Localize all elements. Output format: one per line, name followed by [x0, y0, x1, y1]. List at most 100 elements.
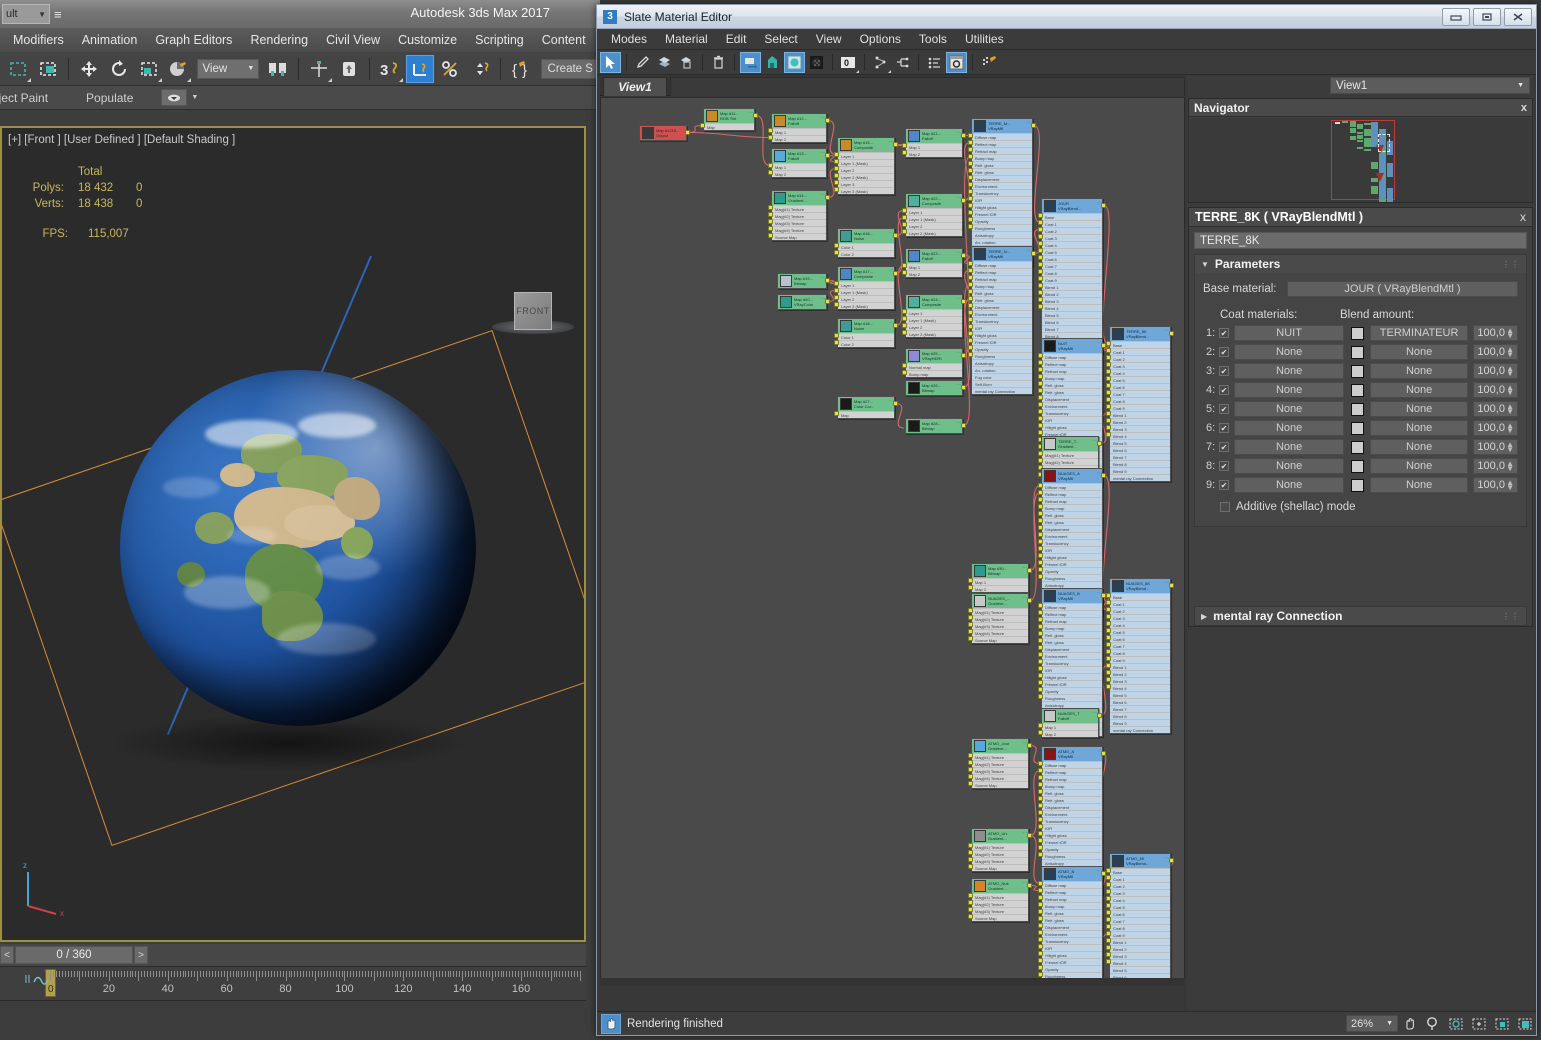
node-input-socket[interactable]	[834, 250, 839, 255]
close-button[interactable]	[1504, 8, 1532, 26]
sme-menu-tools[interactable]: Tools	[910, 30, 956, 48]
node-input-socket[interactable]	[1106, 924, 1111, 929]
menu-scripting[interactable]: Scripting	[466, 30, 533, 50]
node-input-socket[interactable]	[1038, 624, 1043, 629]
node-output-socket[interactable]	[685, 130, 690, 135]
node-slot-row[interactable]: Blend 3	[1042, 297, 1102, 304]
max-main-toolbar[interactable]: View ▼ 3 {} Create S	[0, 52, 600, 86]
node-input-socket[interactable]	[1106, 889, 1111, 894]
node-output-socket[interactable]	[1031, 251, 1036, 256]
node-slot-row[interactable]: Hilight gloss	[972, 203, 1032, 210]
coat-material-button[interactable]: None	[1233, 420, 1345, 436]
node-input-socket[interactable]	[1038, 881, 1043, 886]
node-slot-row[interactable]: Displacement	[972, 303, 1032, 310]
node-input-socket[interactable]	[834, 288, 839, 293]
create-selection-set-field[interactable]: Create S	[540, 58, 600, 79]
select-and-rotate-icon[interactable]	[105, 55, 133, 83]
menu-modifiers[interactable]: Modifiers	[4, 30, 73, 50]
coat-amount-spinner[interactable]: 100,0 ▲ ▼	[1473, 477, 1518, 493]
node-slot-row[interactable]: Base	[1110, 868, 1170, 875]
node-slot-row[interactable]: Bump map	[1042, 782, 1102, 789]
node-input-socket[interactable]	[902, 143, 907, 148]
sme-menu-edit[interactable]: Edit	[717, 30, 756, 48]
node-input-socket[interactable]	[968, 296, 973, 301]
zoom-region-icon[interactable]	[1445, 1014, 1467, 1034]
node-slot-row[interactable]: Mag(#1) Texture	[972, 608, 1028, 615]
coat-blend-color-swatch[interactable]	[1351, 478, 1364, 492]
node-slot-row[interactable]: Blend 4	[1110, 432, 1170, 439]
node-input-socket[interactable]	[1038, 810, 1043, 815]
node-slot-row[interactable]: Refl. gloss	[1042, 511, 1102, 518]
sme-menu-bar[interactable]: Modes Material Edit Select View Options …	[597, 29, 1536, 50]
node-input-socket[interactable]	[1106, 945, 1111, 950]
node-input-socket[interactable]	[834, 152, 839, 157]
select-tool-icon[interactable]	[600, 51, 621, 73]
node-input-socket[interactable]	[1038, 958, 1043, 963]
node-input-socket[interactable]	[834, 159, 839, 164]
node-input-socket[interactable]	[968, 338, 973, 343]
node-input-socket[interactable]	[1106, 938, 1111, 943]
node-slot-row[interactable]: Base	[1110, 593, 1170, 600]
node-output-socket[interactable]	[961, 198, 966, 203]
node-input-socket[interactable]	[968, 636, 973, 641]
time-slider-row[interactable]: < 0 / 360 >	[0, 944, 586, 966]
graph-node[interactable]: Map #1215... Output ···	[639, 125, 687, 141]
node-slot-row[interactable]: Blend 4	[1110, 959, 1170, 966]
node-input-socket[interactable]	[1106, 882, 1111, 887]
node-slot-row[interactable]: Blend 3	[1110, 677, 1170, 684]
node-input-socket[interactable]	[968, 261, 973, 266]
prev-frame-button[interactable]: <	[0, 946, 14, 964]
node-slot-row[interactable]: Environment	[1042, 532, 1102, 539]
node-input-socket[interactable]	[768, 135, 773, 140]
node-input-socket[interactable]	[968, 629, 973, 634]
node-slot-row[interactable]: Translucency	[972, 317, 1032, 324]
curve-editor-toggle-icon[interactable]	[24, 972, 50, 989]
coat-blend-button[interactable]: None	[1369, 401, 1469, 417]
node-input-socket[interactable]	[968, 168, 973, 173]
next-frame-button[interactable]: >	[134, 946, 148, 964]
mentalray-rollout-header[interactable]: ▶ mental ray Connection ⋮⋮	[1195, 607, 1526, 625]
node-input-socket[interactable]	[1038, 497, 1043, 502]
current-frame-field[interactable]: 0 / 360	[15, 946, 133, 964]
node-input-socket[interactable]	[1038, 234, 1043, 239]
node-slot-row[interactable]: Refl. gloss	[1042, 789, 1102, 796]
node-input-socket[interactable]	[902, 323, 907, 328]
base-material-button[interactable]: JOUR ( VRayBlendMtl )	[1287, 281, 1518, 297]
node-input-socket[interactable]	[1038, 937, 1043, 942]
node-slot-row[interactable]: Reflect map	[1042, 888, 1102, 895]
pan-hand-icon[interactable]	[601, 1013, 621, 1034]
node-input-socket[interactable]	[700, 123, 705, 128]
node-input-socket[interactable]	[1038, 631, 1043, 636]
node-input-socket[interactable]	[968, 317, 973, 322]
node-slot-row[interactable]: Coat 1	[1110, 875, 1170, 882]
node-slot-row[interactable]: Mag(#3) Texture	[972, 857, 1028, 864]
node-input-socket[interactable]	[1038, 645, 1043, 650]
node-output-socket[interactable]	[961, 299, 966, 304]
node-input-socket[interactable]	[1038, 574, 1043, 579]
node-input-socket[interactable]	[1106, 383, 1111, 388]
active-view-dropdown[interactable]: View1 ▼	[1330, 77, 1530, 94]
menu-animation[interactable]: Animation	[73, 30, 147, 50]
node-slot-row[interactable]: Displacement	[1042, 645, 1102, 652]
node-slot-row[interactable]: Hilight gloss	[1042, 951, 1102, 958]
node-input-socket[interactable]	[1106, 341, 1111, 346]
node-slot-row[interactable]: Color 2	[838, 250, 894, 257]
angle-snap-toggle-icon[interactable]	[405, 54, 434, 83]
node-input-socket[interactable]	[1106, 404, 1111, 409]
coat-blend-color-swatch[interactable]	[1351, 440, 1364, 454]
layout-all-icon[interactable]	[892, 52, 913, 73]
node-slot-row[interactable]: Environment	[972, 182, 1032, 189]
coat-enable-checkbox[interactable]: ✔	[1219, 366, 1229, 376]
node-slot-row[interactable]: Fresnel IOR	[972, 338, 1032, 345]
node-input-socket[interactable]	[1038, 353, 1043, 358]
node-slot-row[interactable]: Blend 2	[1110, 670, 1170, 677]
node-slot-row[interactable]: Coat 2	[1110, 882, 1170, 889]
node-slot-row[interactable]: Source Map	[972, 864, 1028, 871]
node-slot-row[interactable]: Coat 2	[1042, 227, 1102, 234]
node-slot-row[interactable]: Hilight gloss	[1042, 553, 1102, 560]
node-slot-row[interactable]: Refract map	[1042, 895, 1102, 902]
node-input-socket[interactable]	[968, 864, 973, 869]
node-input-socket[interactable]	[902, 222, 907, 227]
slate-material-editor-window[interactable]: 3 Slate Material Editor Modes Material E…	[596, 4, 1537, 1036]
spinner-arrows-icon[interactable]: ▲ ▼	[1506, 346, 1514, 359]
